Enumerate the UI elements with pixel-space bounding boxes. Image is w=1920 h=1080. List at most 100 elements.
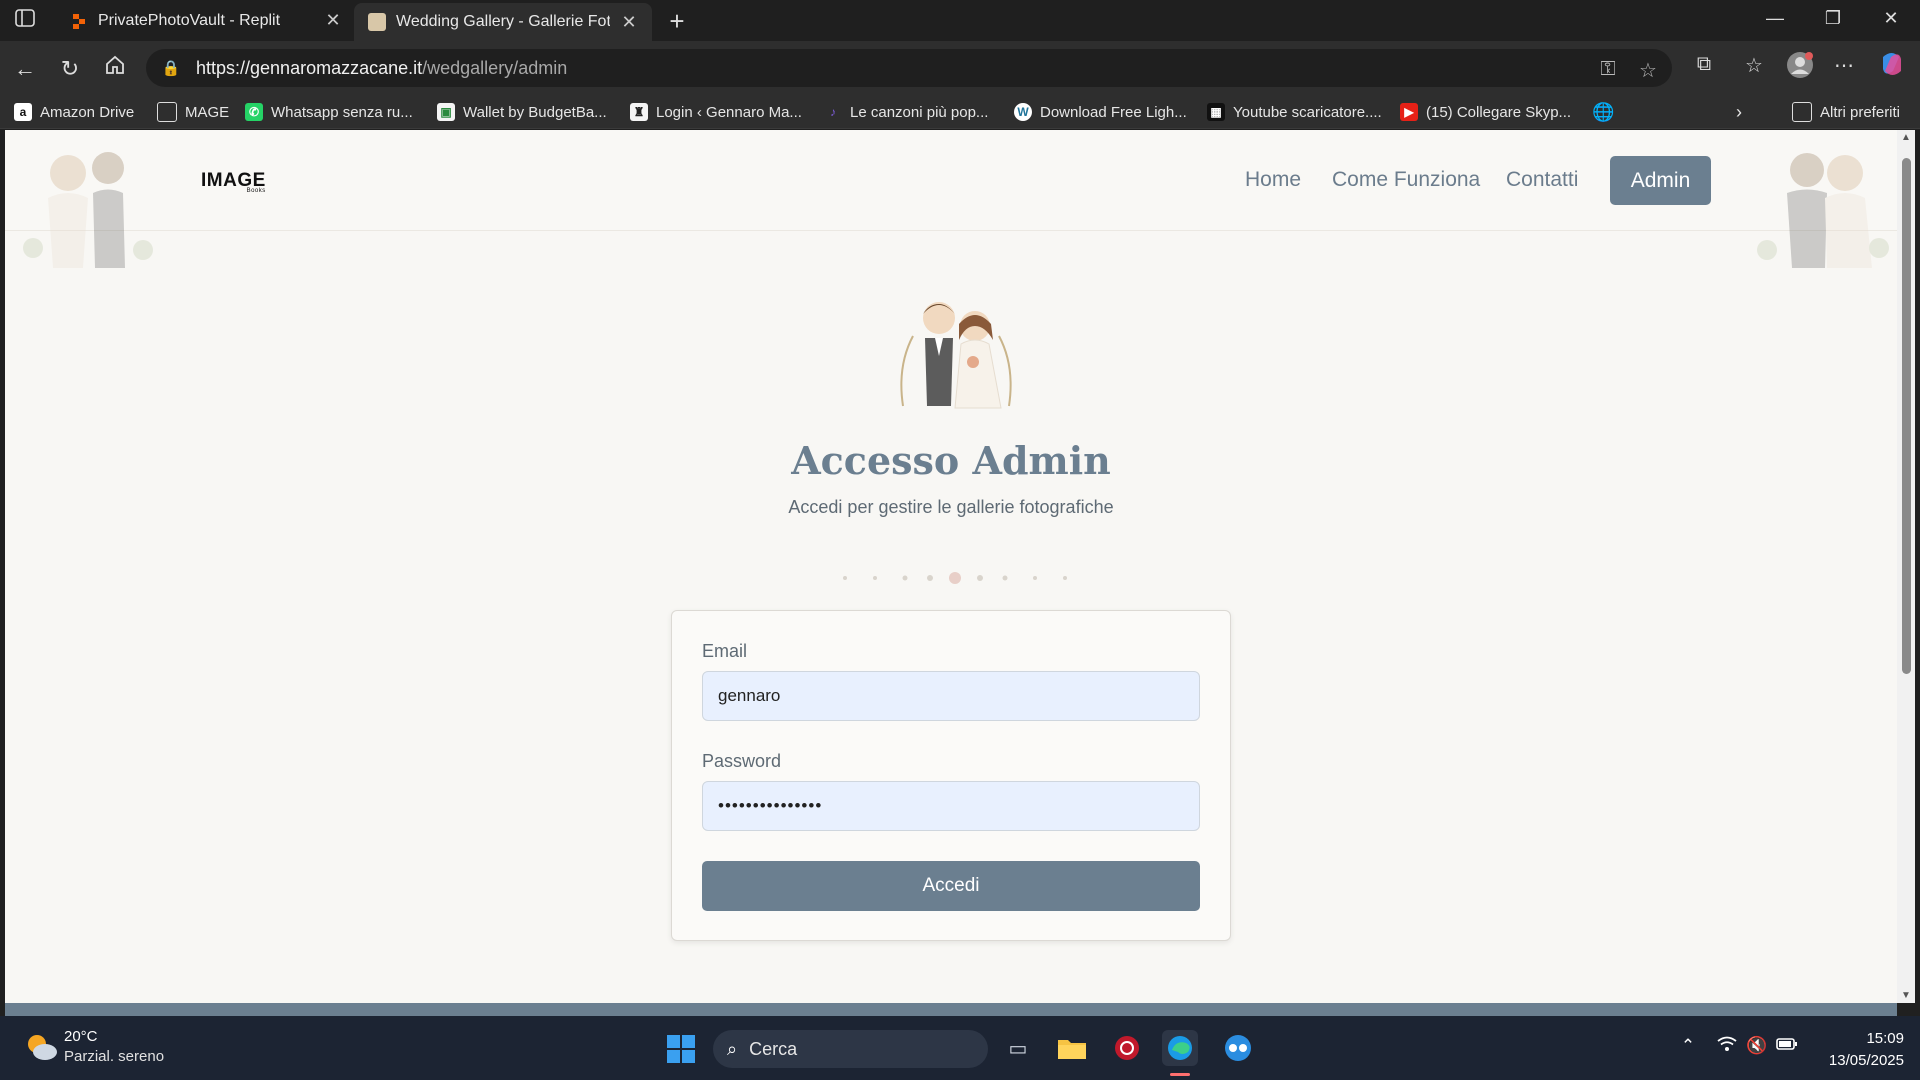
- page-bottom-bar: [5, 1003, 1897, 1016]
- bookmarks-bar: a Amazon Drive MAGE ✆ Whatsapp senza ru.…: [0, 95, 1920, 129]
- more-menu-icon[interactable]: ⋯: [1828, 53, 1860, 78]
- scroll-down-icon[interactable]: ▼: [1901, 990, 1911, 1001]
- bookmark-download-free[interactable]: W Download Free Ligh...: [1014, 100, 1187, 124]
- bookmark-label: Youtube scaricatore....: [1233, 103, 1382, 121]
- scrollbar-thumb[interactable]: [1902, 158, 1911, 674]
- bookmark-amazon-drive[interactable]: a Amazon Drive: [14, 100, 134, 124]
- nav-home[interactable]: Home: [1245, 168, 1301, 192]
- nav-come-funziona[interactable]: Come Funziona: [1332, 168, 1480, 192]
- site-header: IMAGE Books Home Come Funziona Contatti …: [5, 130, 1897, 268]
- edge-browser-icon[interactable]: [1162, 1030, 1198, 1066]
- windows-taskbar: 20°C Parzial. sereno ⌕ Cerca ▭ ⌃ 🔇 15:09…: [0, 1016, 1920, 1080]
- restore-icon[interactable]: ❐: [1818, 8, 1848, 29]
- wordpress-icon: W: [1014, 103, 1032, 121]
- task-view-icon[interactable]: ▭: [1000, 1030, 1036, 1066]
- password-field[interactable]: [702, 781, 1200, 831]
- bookmark-label: Le canzoni più pop...: [850, 103, 989, 121]
- search-placeholder: Cerca: [749, 1038, 798, 1059]
- wifi-icon[interactable]: [1715, 1036, 1739, 1057]
- tab-wedding-gallery[interactable]: Wedding Gallery - Gallerie Fotogr ✕: [354, 3, 652, 41]
- bookmark-skype[interactable]: ▶ (15) Collegare Skyp...: [1400, 100, 1571, 124]
- bookmark-label: Login ‹ Gennaro Ma...: [656, 103, 802, 121]
- close-icon[interactable]: ✕: [324, 10, 342, 31]
- youtube-dl-icon: ▦: [1207, 103, 1225, 121]
- new-tab-icon[interactable]: +: [664, 6, 690, 37]
- bookmark-wallet[interactable]: ▣ Wallet by BudgetBa...: [437, 100, 607, 124]
- minimize-icon[interactable]: —: [1760, 8, 1790, 29]
- url-path: /wedgallery/admin: [422, 57, 568, 78]
- reload-icon[interactable]: ↻: [55, 54, 85, 84]
- search-icon: ⌕: [727, 1038, 738, 1059]
- tab-label: PrivatePhotoVault - Replit: [98, 11, 281, 29]
- close-icon[interactable]: ✕: [620, 12, 638, 33]
- taskbar-search[interactable]: ⌕ Cerca: [713, 1030, 988, 1068]
- login-button[interactable]: Accedi: [702, 861, 1200, 911]
- windows-start-icon[interactable]: [666, 1034, 696, 1064]
- bookmark-label: Download Free Ligh...: [1040, 103, 1187, 121]
- profile-avatar-icon[interactable]: [1784, 51, 1816, 85]
- chevron-up-icon[interactable]: ⌃: [1676, 1036, 1700, 1056]
- bookmark-label: MAGE: [185, 103, 230, 121]
- bookmark-label: (15) Collegare Skyp...: [1426, 103, 1572, 121]
- couple-illustration: [900, 302, 1012, 409]
- music-icon: ♪: [830, 105, 836, 119]
- extensions-icon[interactable]: ⧉: [1688, 53, 1720, 76]
- close-window-icon[interactable]: ✕: [1876, 8, 1906, 29]
- scroll-up-icon[interactable]: ▲: [1901, 132, 1911, 143]
- sidebar-toggle-icon[interactable]: [12, 9, 38, 31]
- browser-toolbar: ← ↻ 🔒 https://gennaromazzacane.it/wedgal…: [0, 41, 1920, 95]
- site-logo[interactable]: IMAGE Books: [201, 170, 266, 194]
- favorites-icon[interactable]: ☆: [1738, 53, 1770, 78]
- lock-icon[interactable]: 🔒: [160, 59, 182, 77]
- home-icon[interactable]: [100, 54, 130, 84]
- password-label: Password: [702, 751, 782, 771]
- bookmark-canzoni[interactable]: ♪ Le canzoni più pop...: [824, 100, 988, 124]
- other-favorites[interactable]: Altri preferiti: [1792, 100, 1900, 124]
- key-icon[interactable]: ⚿: [1594, 58, 1622, 81]
- address-bar[interactable]: 🔒 https://gennaromazzacane.it/wedgallery…: [146, 49, 1672, 87]
- globe-icon[interactable]: 🌐: [1592, 100, 1614, 124]
- volume-muted-icon[interactable]: 🔇: [1745, 1036, 1769, 1056]
- bookmark-whatsapp[interactable]: ✆ Whatsapp senza ru...: [245, 100, 413, 124]
- nav-contatti[interactable]: Contatti: [1506, 168, 1578, 192]
- email-field[interactable]: [702, 671, 1200, 721]
- bookmark-youtube-dl[interactable]: ▦ Youtube scaricatore....: [1207, 100, 1382, 124]
- bookmark-label: Whatsapp senza ru...: [271, 103, 413, 121]
- url-host: https://gennaromazzacane.it: [196, 57, 423, 78]
- bookmark-label: Amazon Drive: [40, 103, 135, 121]
- nav-admin-button[interactable]: Admin: [1610, 156, 1711, 205]
- file-explorer-icon[interactable]: [1054, 1030, 1090, 1066]
- wallet-icon: ▣: [437, 103, 455, 121]
- page-viewport: IMAGE Books Home Come Funziona Contatti …: [5, 130, 1897, 1003]
- whatsapp-icon: ✆: [245, 103, 263, 121]
- favorite-star-icon[interactable]: ☆: [1634, 58, 1662, 83]
- copilot-icon[interactable]: [1876, 51, 1908, 83]
- page-scrollbar[interactable]: ▲ ▼: [1897, 130, 1915, 1003]
- couple-illustration-right: [1757, 153, 1889, 268]
- decorative-divider: [843, 572, 1067, 584]
- battery-icon[interactable]: [1775, 1036, 1799, 1056]
- weather-temperature[interactable]: 20°C: [64, 1028, 98, 1045]
- bookmark-label: Wallet by BudgetBa...: [463, 103, 607, 121]
- bookmark-login[interactable]: ♜ Login ‹ Gennaro Ma...: [630, 100, 802, 124]
- page-subtitle: Accedi per gestire le gallerie fotografi…: [788, 497, 1114, 517]
- chevron-right-icon[interactable]: ›: [1736, 100, 1742, 124]
- weather-partly-sunny-icon[interactable]: [24, 1030, 58, 1064]
- page-title: Accesso Admin: [791, 438, 1111, 483]
- other-favorites-label: Altri preferiti: [1820, 103, 1901, 121]
- folder-icon: [1792, 102, 1812, 122]
- weather-description[interactable]: Parzial. sereno: [64, 1048, 164, 1065]
- email-label: Email: [702, 641, 748, 661]
- security-app-icon[interactable]: [1109, 1030, 1145, 1066]
- active-app-indicator: [1170, 1073, 1190, 1076]
- clock-time[interactable]: 15:09: [1846, 1030, 1904, 1047]
- back-icon[interactable]: ←: [10, 54, 40, 84]
- wedding-favicon-icon: [368, 13, 386, 31]
- bookmark-mage[interactable]: MAGE: [157, 100, 229, 124]
- clock-date[interactable]: 13/05/2025: [1800, 1052, 1904, 1069]
- tab-replit[interactable]: PrivatePhotoVault - Replit ✕: [56, 0, 356, 41]
- app-icon[interactable]: [1220, 1030, 1256, 1066]
- browser-tab-bar: PrivatePhotoVault - Replit ✕ Wedding Gal…: [0, 0, 1920, 41]
- tab-label: Wedding Gallery - Gallerie Fotogr: [396, 13, 610, 30]
- folder-icon: [157, 102, 177, 122]
